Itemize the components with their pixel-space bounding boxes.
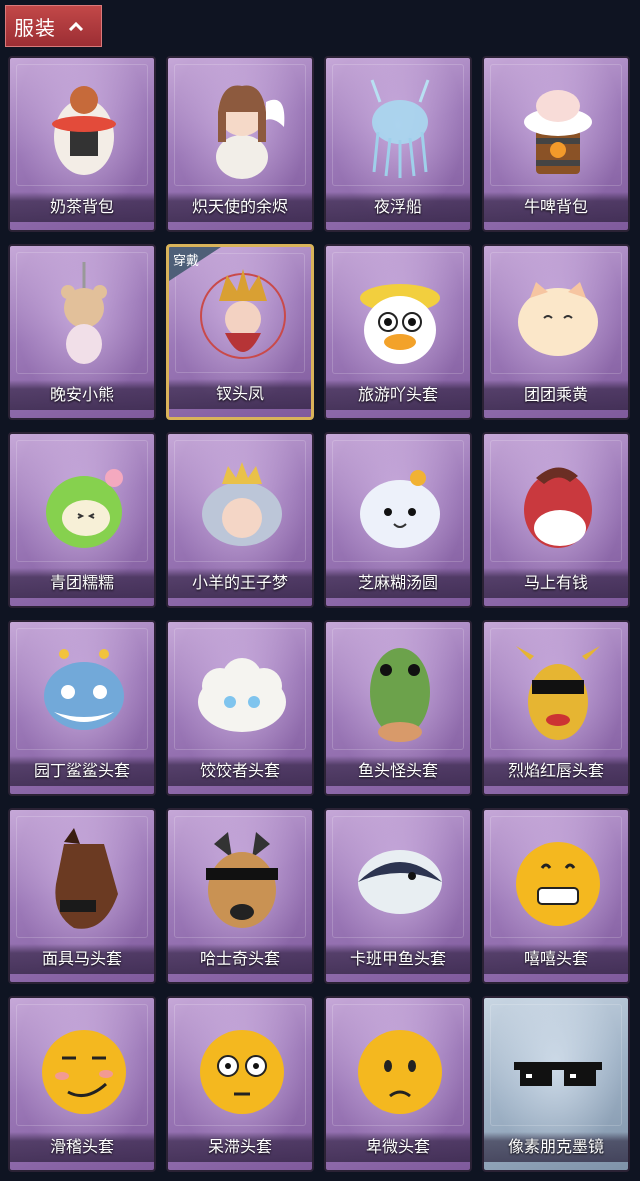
costume-card-label: 晚安小熊 bbox=[10, 380, 154, 410]
costume-card[interactable]: 炽天使的余烬 bbox=[166, 56, 314, 232]
costume-card[interactable]: 晚安小熊 bbox=[8, 244, 156, 420]
costume-card[interactable]: 青团糯糯 bbox=[8, 432, 156, 608]
dumpling-head-icon bbox=[350, 448, 450, 558]
costume-card-label: 滑稽头套 bbox=[10, 1132, 154, 1162]
costume-card[interactable]: 嘻嘻头套 bbox=[482, 808, 630, 984]
red-horse-head-icon bbox=[508, 448, 608, 558]
costume-card-label: 奶茶背包 bbox=[10, 192, 154, 222]
stare-emoji-head-icon bbox=[192, 1012, 292, 1122]
costume-card-label: 夜浮船 bbox=[326, 192, 470, 222]
costume-card-label: 像素朋克墨镜 bbox=[484, 1132, 628, 1162]
costume-card[interactable]: 团团乘黄 bbox=[482, 244, 630, 420]
costume-card[interactable]: 饺饺者头套 bbox=[166, 620, 314, 796]
costume-card-label: 团团乘黄 bbox=[484, 380, 628, 410]
costume-card[interactable]: 小羊的王子梦 bbox=[166, 432, 314, 608]
costume-card-label: 钗头凤 bbox=[169, 379, 311, 409]
costume-card-label: 小羊的王子梦 bbox=[168, 568, 312, 598]
costume-card[interactable]: 面具马头套 bbox=[8, 808, 156, 984]
pixel-sunglasses-icon bbox=[508, 1012, 608, 1122]
milk-tea-backpack-icon bbox=[34, 72, 134, 182]
costume-card-label: 牛啤背包 bbox=[484, 192, 628, 222]
sheep-prince-head-icon bbox=[192, 448, 292, 558]
costume-card[interactable]: 像素朋克墨镜 bbox=[482, 996, 630, 1172]
costume-card[interactable]: 奶茶背包 bbox=[8, 56, 156, 232]
costume-card[interactable]: 穿戴 钗头凤 bbox=[166, 244, 314, 420]
costume-card[interactable]: 哈士奇头套 bbox=[166, 808, 314, 984]
costume-card-label: 面具马头套 bbox=[10, 944, 154, 974]
fluffy-cat-head-icon bbox=[508, 260, 608, 370]
yellow-mask-sunglasses-icon bbox=[508, 636, 608, 746]
costume-card-label: 呆滞头套 bbox=[168, 1132, 312, 1162]
jellyfish-icon bbox=[350, 72, 450, 182]
costume-card-label: 卑微头套 bbox=[326, 1132, 470, 1162]
costume-card-label: 鱼头怪头套 bbox=[326, 756, 470, 786]
humble-emoji-head-icon bbox=[350, 1012, 450, 1122]
costume-card[interactable]: 烈焰红唇头套 bbox=[482, 620, 630, 796]
cow-beer-backpack-icon bbox=[508, 72, 608, 182]
costume-card[interactable]: 马上有钱 bbox=[482, 432, 630, 608]
costume-card-label: 旅游吖头套 bbox=[326, 380, 470, 410]
costume-card[interactable]: 卑微头套 bbox=[324, 996, 472, 1172]
angel-doll-icon bbox=[192, 72, 292, 182]
bear-charm-icon bbox=[34, 260, 134, 370]
costume-card[interactable]: 滑稽头套 bbox=[8, 996, 156, 1172]
chevron-up-icon bbox=[68, 21, 84, 31]
costume-card[interactable]: 呆滞头套 bbox=[166, 996, 314, 1172]
costume-card-label: 嘻嘻头套 bbox=[484, 944, 628, 974]
smirk-emoji-head-icon bbox=[34, 1012, 134, 1122]
horse-mask-icon bbox=[34, 824, 134, 934]
costume-card[interactable]: 芝麻糊汤圆 bbox=[324, 432, 472, 608]
tourist-duck-head-icon bbox=[350, 260, 450, 370]
costume-card[interactable]: 园丁鲨鲨头套 bbox=[8, 620, 156, 796]
fish-monster-head-icon bbox=[350, 636, 450, 746]
fish-head-icon bbox=[350, 824, 450, 934]
costume-card-label: 卡班甲鱼头套 bbox=[326, 944, 470, 974]
grin-emoji-head-icon bbox=[508, 824, 608, 934]
costume-card[interactable]: 旅游吖头套 bbox=[324, 244, 472, 420]
equipped-badge: 穿戴 bbox=[169, 247, 235, 281]
costume-card-label: 园丁鲨鲨头套 bbox=[10, 756, 154, 786]
costume-card-label: 哈士奇头套 bbox=[168, 944, 312, 974]
costume-card-label: 炽天使的余烬 bbox=[168, 192, 312, 222]
costume-card-label: 芝麻糊汤圆 bbox=[326, 568, 470, 598]
costume-card[interactable]: 牛啤背包 bbox=[482, 56, 630, 232]
green-rice-ball-head-icon bbox=[34, 448, 134, 558]
costume-card-label: 饺饺者头套 bbox=[168, 756, 312, 786]
costume-tab[interactable]: 服装 bbox=[5, 5, 102, 47]
costume-card-label: 马上有钱 bbox=[484, 568, 628, 598]
costume-card-label: 青团糯糯 bbox=[10, 568, 154, 598]
costume-card-label: 烈焰红唇头套 bbox=[484, 756, 628, 786]
costume-card[interactable]: 卡班甲鱼头套 bbox=[324, 808, 472, 984]
costume-grid: 奶茶背包 炽天使的余烬 夜浮船 牛啤背包 晚安小熊 穿戴 钗头凤 旅游吖头套 团团乘黄 青团糯糯小… bbox=[4, 56, 636, 1181]
husky-head-icon bbox=[192, 824, 292, 934]
costume-card[interactable]: 鱼头怪头套 bbox=[324, 620, 472, 796]
cloud-dumpling-head-icon bbox=[192, 636, 292, 746]
costume-tab-label: 服装 bbox=[14, 15, 56, 40]
shark-head-icon bbox=[34, 636, 134, 746]
costume-card[interactable]: 夜浮船 bbox=[324, 56, 472, 232]
